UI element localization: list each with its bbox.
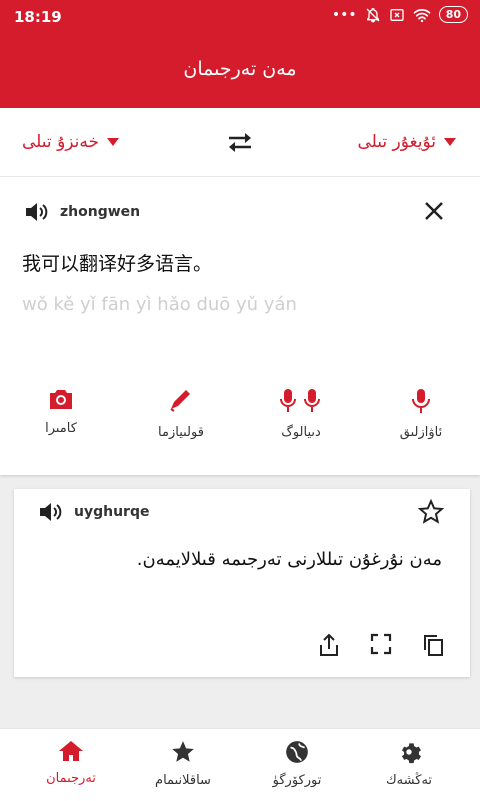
nav-browser-label: توركۆرگۈ — [272, 773, 322, 788]
pen-icon — [170, 390, 190, 412]
target-language-selector[interactable]: ئۇيغۇر تىلى — [357, 132, 456, 152]
status-icons: ••• 80 — [332, 6, 468, 23]
translation-actions — [318, 633, 444, 661]
home-icon — [59, 741, 83, 761]
app-title: مەن تەرجىمان — [183, 58, 297, 80]
nav-saved-label: ساقلانىمام — [155, 773, 211, 788]
nav-saved[interactable]: ساقلانىمام — [128, 739, 238, 788]
status-bar: 18:19 ••• 80 — [0, 0, 480, 34]
caret-down-icon — [107, 138, 120, 146]
voice-input-button[interactable]: ئاۋازلىق — [376, 387, 466, 440]
camera-input-button[interactable]: كامىرا — [16, 387, 106, 436]
target-language-label: ئۇيغۇر تىلى — [357, 132, 436, 152]
speaker-icon — [26, 203, 48, 221]
source-text[interactable]: 我可以翻译好多语言。 — [22, 249, 212, 276]
battery-indicator: 80 — [438, 6, 468, 23]
language-bar: خەنزۇ تىلى ئۇيغۇر تىلى — [0, 108, 480, 176]
camera-icon — [50, 390, 72, 409]
caret-down-icon — [444, 138, 456, 146]
translation-text: مەن نۇرغۇن تىللارنى تەرجىمە قىلالايمەن. — [136, 549, 442, 570]
camera-label: كامىرا — [45, 421, 77, 436]
nav-translator[interactable]: تەرجىمان — [16, 739, 126, 786]
copy-button[interactable] — [422, 633, 444, 661]
dialog-input-button[interactable]: دىيالوگ — [256, 387, 346, 440]
source-speak-button[interactable]: zhongwen — [24, 201, 140, 223]
app-bar: مەن تەرجىمان — [0, 34, 480, 108]
more-dots-icon: ••• — [331, 6, 357, 23]
dual-mic-icon — [280, 389, 320, 412]
nav-translator-label: تەرجىمان — [46, 771, 96, 786]
source-lang-code: zhongwen — [60, 204, 141, 220]
source-language-label: خەنزۇ تىلى — [22, 132, 100, 152]
translation-speak-button[interactable]: uyghurqe — [38, 501, 149, 523]
bell-off-icon — [366, 7, 380, 22]
wifi-icon — [413, 8, 431, 22]
pinyin-text: wǒ kě yǐ fān yì hǎo duō yǔ yán — [22, 294, 297, 315]
nav-settings[interactable]: تەڭشەك — [354, 739, 464, 788]
handwriting-label: قولىيازما — [158, 425, 204, 440]
swap-arrows-icon — [229, 133, 251, 152]
star-outline-icon — [417, 498, 445, 524]
share-icon — [320, 633, 338, 656]
nav-browser[interactable]: توركۆرگۈ — [242, 739, 352, 788]
dialog-label: دىيالوگ — [281, 425, 321, 440]
translation-lang-code: uyghurqe — [74, 504, 150, 520]
close-icon — [425, 202, 443, 220]
translation-card: uyghurqe مەن نۇرغۇن تىللارنى تەرجىمە قىل… — [14, 489, 470, 677]
speaker-icon — [40, 503, 62, 521]
mic-icon — [412, 389, 430, 413]
voice-label: ئاۋازلىق — [399, 425, 443, 440]
bottom-navigation: تەرجىمان ساقلانىمام توركۆرگۈ تەڭشەك — [0, 728, 480, 801]
sim-off-icon — [390, 8, 404, 21]
share-button[interactable] — [318, 633, 340, 661]
nav-settings-label: تەڭشەك — [385, 773, 433, 788]
source-language-selector[interactable]: خەنزۇ تىلى — [22, 132, 120, 152]
clear-button[interactable] — [424, 201, 444, 225]
handwriting-input-button[interactable]: قولىيازما — [136, 387, 226, 440]
copy-icon — [424, 635, 443, 656]
fullscreen-button[interactable] — [370, 633, 392, 661]
source-card: zhongwen 我可以翻译好多语言。 wǒ kě yǐ fān yì hǎo … — [0, 177, 480, 475]
status-time: 18:19 — [14, 8, 62, 26]
star-icon — [172, 741, 194, 762]
fullscreen-icon — [370, 633, 392, 655]
globe-icon — [286, 741, 308, 763]
swap-languages-button[interactable] — [225, 130, 255, 158]
favorite-button[interactable] — [417, 498, 445, 529]
gear-icon — [401, 743, 422, 764]
